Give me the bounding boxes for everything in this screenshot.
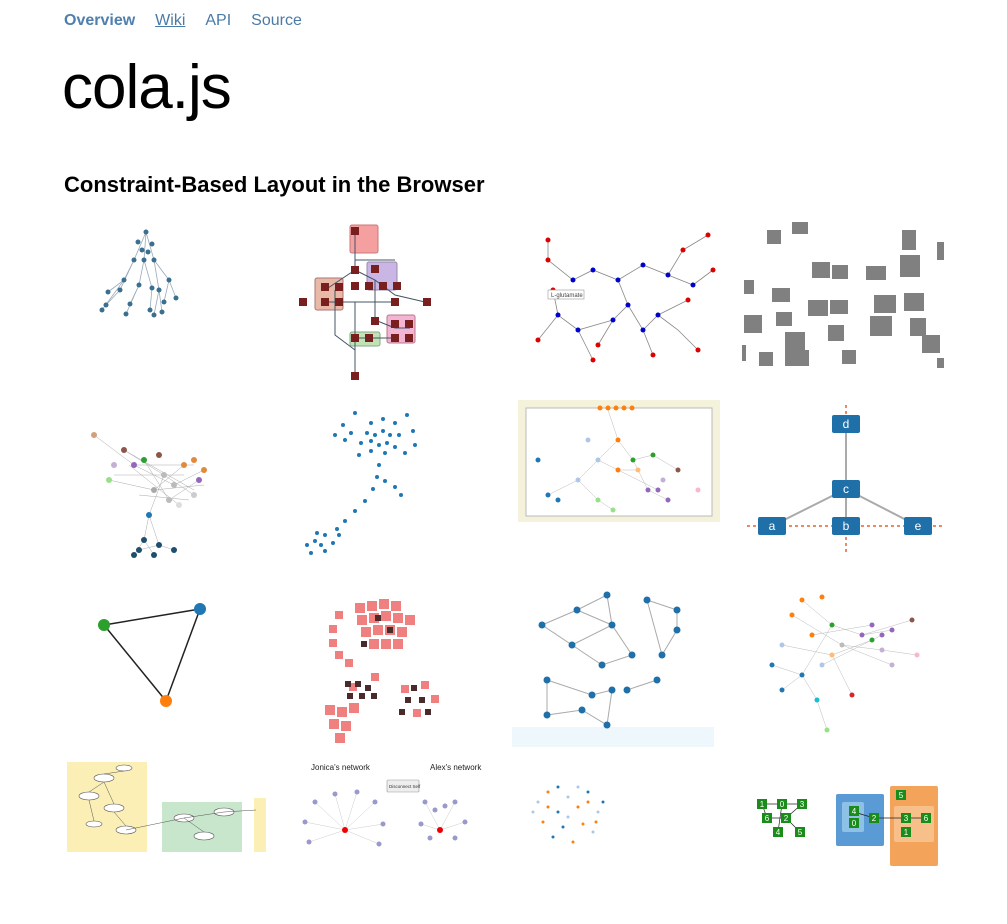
nav-api[interactable]: API (205, 10, 231, 32)
scatter-cloud-thumbnail (531, 785, 605, 844)
group-node-label: 5 (899, 791, 904, 800)
right-network-label: Alex's network (430, 763, 482, 772)
framed-network-thumbnail (518, 400, 720, 522)
gallery-tile-triangle[interactable] (64, 585, 266, 747)
tree-graph-thumbnail (99, 229, 179, 318)
node-label-a: a (769, 519, 776, 533)
group-node-label: 4 (776, 828, 781, 837)
group-node-label: 0 (780, 800, 785, 809)
nav-wiki[interactable]: Wiki (155, 10, 185, 32)
molecule-label: L-glutamate (551, 293, 583, 299)
box-layout-thumbnail (742, 222, 944, 368)
molecule-graph-thumbnail: L-glutamate (535, 232, 716, 363)
group-node-label: 3 (800, 800, 805, 809)
gallery-tile-grouped-grid[interactable] (295, 220, 497, 382)
gallery-tile-flowchart[interactable] (64, 762, 266, 924)
left-network-label: Jonica's network (311, 763, 371, 772)
gallery-tile-nested-groups[interactable]: 1 0 3 6 2 4 5 4 0 2 5 3 6 1 (742, 762, 944, 924)
image-clusters-thumbnail (325, 599, 439, 743)
grouped-grid-thumbnail (299, 224, 431, 380)
flowchart-thumbnail (67, 762, 266, 852)
spiral-graph-thumbnail (305, 411, 417, 555)
disconnect-button-label: Disconnect Self (389, 784, 421, 789)
group-node-label: 0 (852, 819, 857, 828)
group-node-label: 3 (904, 814, 909, 823)
group-node-label: 2 (872, 814, 877, 823)
social-networks-thumbnail: Jonica's network Alex's network Disconne… (302, 763, 482, 847)
dense-network-thumbnail (91, 432, 207, 558)
blue-network-thumbnail (512, 591, 714, 747)
gallery-tile-spiral[interactable] (295, 405, 497, 567)
triangle-graph-thumbnail (98, 603, 206, 707)
page-title: cola.js (62, 53, 232, 122)
node-label-e: e (915, 519, 922, 533)
group-node-label: 6 (924, 814, 929, 823)
group-node-label: 6 (765, 814, 770, 823)
group-node-label: 4 (852, 807, 857, 816)
top-nav: Overview Wiki API Source (64, 10, 322, 32)
gallery-tile-colored-network[interactable] (742, 585, 944, 747)
node-label-d: d (843, 417, 850, 431)
nav-source[interactable]: Source (251, 10, 302, 32)
gallery-tile-social-networks[interactable]: Jonica's network Alex's network Disconne… (295, 762, 497, 924)
labelled-tree-thumbnail: d c a b e (747, 405, 942, 555)
node-label-b: b (843, 519, 850, 533)
gallery-tile-molecule[interactable]: L-glutamate (518, 220, 720, 382)
gallery-tile-blue-network[interactable] (512, 585, 714, 747)
page-subtitle: Constraint-Based Layout in the Browser (64, 172, 485, 197)
nav-overview[interactable]: Overview (64, 10, 135, 32)
gallery-tile-image-clusters[interactable] (295, 585, 497, 747)
gallery-tile-tree[interactable] (64, 220, 266, 382)
gallery-tile-framed-network[interactable] (518, 400, 720, 562)
gallery-tile-labelled-tree[interactable]: d c a b e (742, 405, 944, 567)
gallery-tile-scatter-cloud[interactable] (518, 762, 720, 924)
colored-network-thumbnail (769, 594, 920, 733)
gallery-tile-boxes[interactable] (742, 220, 944, 382)
group-node-label: 5 (798, 828, 803, 837)
node-label-c: c (843, 482, 849, 496)
group-node-label: 2 (784, 814, 789, 823)
group-node-label: 1 (760, 800, 765, 809)
nested-groups-thumbnail: 1 0 3 6 2 4 5 4 0 2 5 3 6 1 (757, 786, 938, 866)
group-node-label: 1 (904, 828, 909, 837)
gallery-tile-dense-network[interactable] (64, 405, 266, 567)
